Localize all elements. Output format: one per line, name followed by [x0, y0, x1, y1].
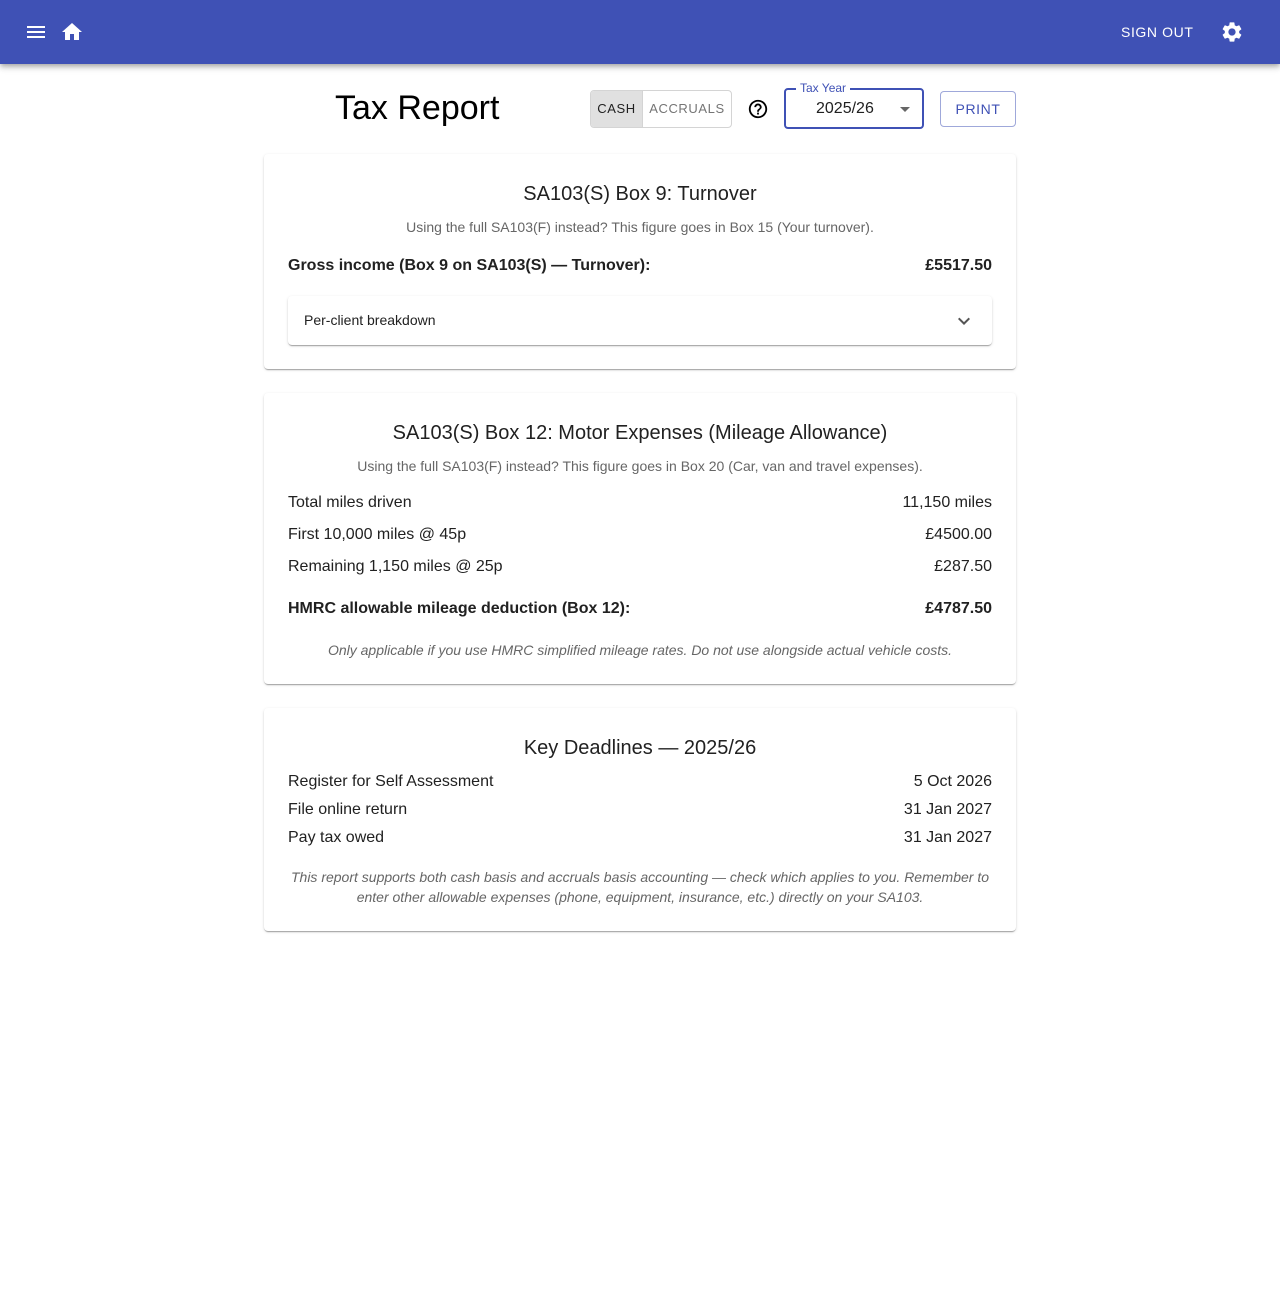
deadlines-title: Key Deadlines — 2025/26: [523, 737, 757, 759]
sign-out-button[interactable]: SIGN OUT: [1108, 20, 1206, 44]
mileage-row: Remaining 1,150 miles @ 25p £287.50: [288, 557, 992, 577]
deadline-date: 31 Jan 2027: [903, 829, 992, 846]
help-circle-icon[interactable]: [746, 97, 770, 121]
mileage-note: Only applicable if you use HMRC simplifi…: [327, 642, 953, 658]
cash-toggle-button[interactable]: CASH: [591, 91, 643, 127]
mileage-row: First 10,000 miles @ 45p £4500.00: [288, 525, 992, 545]
mileage-total-label: HMRC allowable mileage deduction (Box 12…: [288, 600, 631, 617]
turnover-subtitle: Using the full SA103(F) instead? This fi…: [406, 219, 874, 235]
gross-income-label: Gross income (Box 9 on SA103(S) — Turnov…: [288, 257, 651, 274]
mileage-row-value: £287.50: [934, 558, 992, 575]
per-client-breakdown-accordion[interactable]: Per-client breakdown: [288, 296, 992, 345]
gross-income-row: Gross income (Box 9 on SA103(S) — Turnov…: [288, 256, 992, 276]
mileage-row: Total miles driven 11,150 miles: [288, 493, 992, 513]
mileage-row-label: Remaining 1,150 miles @ 25p: [288, 558, 503, 575]
deadline-label: File online return: [288, 801, 408, 818]
dropdown-arrow-icon: [900, 107, 910, 112]
gear-icon[interactable]: [1216, 16, 1248, 48]
accruals-toggle-button[interactable]: ACCRUALS: [643, 91, 731, 127]
basis-toggle: CASH ACCRUALS: [590, 90, 732, 128]
deadline-row: File online return 31 Jan 2027: [288, 800, 992, 820]
per-client-breakdown-label: Per-client breakdown: [304, 312, 436, 328]
deadlines-note: This report supports both cash basis and…: [290, 869, 990, 905]
chevron-down-icon: [952, 309, 976, 333]
mileage-title: SA103(S) Box 12: Motor Expenses (Mileage…: [392, 422, 888, 444]
turnover-card: SA103(S) Box 9: Turnover Using the full …: [264, 154, 1016, 369]
mileage-row-label: Total miles driven: [288, 494, 412, 511]
mileage-total-row: HMRC allowable mileage deduction (Box 12…: [288, 599, 992, 619]
mileage-subtitle: Using the full SA103(F) instead? This fi…: [357, 458, 923, 474]
mileage-row-value: £4500.00: [925, 526, 992, 543]
app-bar: SIGN OUT: [0, 0, 1280, 64]
page-title: Tax Report: [335, 89, 500, 127]
mileage-total-value: £4787.50: [925, 600, 992, 617]
deadline-date: 5 Oct 2026: [913, 773, 992, 790]
tax-year-select[interactable]: Tax Year 2025/26: [784, 81, 924, 129]
tax-year-value: 2025/26: [816, 100, 874, 117]
mileage-row-label: First 10,000 miles @ 45p: [288, 526, 467, 543]
mileage-row-value: 11,150 miles: [902, 494, 992, 511]
tax-year-label: Tax Year: [796, 81, 851, 95]
deadline-date: 31 Jan 2027: [903, 801, 992, 818]
deadline-label: Register for Self Assessment: [288, 773, 494, 790]
menu-icon[interactable]: [20, 16, 52, 48]
print-button[interactable]: PRINT: [940, 91, 1016, 127]
deadline-label: Pay tax owed: [288, 829, 385, 846]
home-icon[interactable]: [56, 16, 88, 48]
gross-income-value: £5517.50: [925, 257, 992, 274]
deadline-row: Pay tax owed 31 Jan 2027: [288, 828, 992, 848]
deadlines-card: Key Deadlines — 2025/26 Register for Sel…: [264, 708, 1016, 931]
turnover-title: SA103(S) Box 9: Turnover: [523, 183, 757, 205]
deadline-row: Register for Self Assessment 5 Oct 2026: [288, 772, 992, 792]
mileage-card: SA103(S) Box 12: Motor Expenses (Mileage…: [264, 393, 1016, 684]
